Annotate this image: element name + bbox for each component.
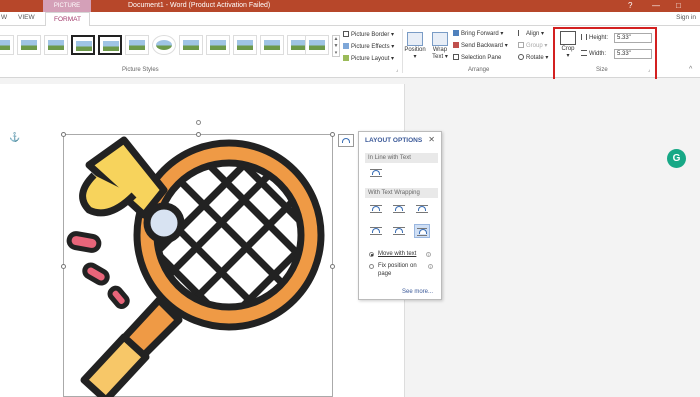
picture-style-thumb[interactable] — [152, 35, 176, 55]
layout-options-title: LAYOUT OPTIONS — [365, 137, 423, 144]
layout-options-icon — [342, 138, 350, 143]
picture-border-icon — [343, 31, 349, 37]
info-icon[interactable]: i — [428, 264, 433, 269]
move-with-text-radio[interactable] — [369, 252, 374, 257]
group-icon — [518, 42, 524, 48]
picture-style-thumb[interactable] — [44, 35, 68, 55]
picture-style-thumb[interactable] — [98, 35, 122, 55]
wrap-text-button[interactable]: Wrap Text ▾ — [430, 32, 450, 60]
ribbon-separator — [402, 29, 403, 73]
picture-style-thumb[interactable] — [206, 35, 230, 55]
wrap-top-bottom-icon[interactable] — [368, 224, 384, 238]
wrap-in-front-icon[interactable] — [414, 224, 430, 238]
inline-section-header: In Line with Text — [365, 153, 438, 163]
wrap-inline-icon[interactable] — [368, 166, 384, 180]
tab-format[interactable]: FORMAT — [45, 12, 90, 27]
wrap-square-icon[interactable] — [368, 202, 384, 216]
bring-forward-button[interactable]: Bring Forward ▾ — [453, 30, 503, 37]
restore-button[interactable]: □ — [676, 0, 681, 12]
picture-style-thumb[interactable] — [179, 35, 203, 55]
picture-style-thumb[interactable] — [305, 35, 329, 55]
tab-partial[interactable]: W — [1, 14, 7, 21]
ribbon-tabs: W VIEW FORMAT Sign in — [0, 12, 700, 27]
sign-in-link[interactable]: Sign in — [676, 14, 696, 21]
grammarly-icon[interactable]: G — [667, 149, 686, 168]
position-icon — [407, 32, 423, 46]
fix-position-radio[interactable] — [369, 264, 374, 269]
minimize-button[interactable]: — — [652, 0, 660, 12]
send-backward-button[interactable]: Send Backward ▾ — [453, 42, 508, 49]
tab-view[interactable]: VIEW — [18, 14, 35, 21]
send-backward-icon — [453, 42, 459, 48]
picture-effects-icon — [343, 43, 349, 49]
title-bar: PICTURE TOOLS Document1 - Word (Product … — [0, 0, 700, 21]
resize-handle[interactable] — [61, 132, 66, 137]
selection-pane-icon — [453, 54, 459, 60]
size-group-highlight — [553, 27, 657, 82]
picture-layout-button[interactable]: Picture Layout ▾ — [343, 55, 394, 62]
picture-style-thumb[interactable] — [125, 35, 149, 55]
badminton-racket-image — [66, 136, 325, 397]
wrapping-section-header: With Text Wrapping — [365, 188, 438, 198]
see-more-link[interactable]: See more... — [402, 289, 433, 295]
group-label-picture-styles: Picture Styles — [122, 67, 159, 73]
window-title: Document1 - Word (Product Activation Fai… — [128, 2, 271, 9]
wrap-through-icon[interactable] — [414, 202, 430, 216]
picture-style-thumb[interactable] — [0, 35, 14, 55]
wrap-behind-text-icon[interactable] — [391, 224, 407, 238]
picture-layout-icon — [343, 55, 349, 61]
picture-styles-launcher-icon[interactable]: ⌟ — [396, 67, 398, 73]
group-button[interactable]: Group ▾ — [518, 42, 547, 49]
picture-style-thumb[interactable] — [260, 35, 284, 55]
align-icon — [518, 30, 524, 36]
resize-handle[interactable] — [330, 264, 335, 269]
rotate-handle[interactable] — [196, 120, 201, 125]
rotate-button[interactable]: Rotate ▾ — [518, 54, 548, 61]
picture-style-thumb[interactable] — [233, 35, 257, 55]
anchor-icon[interactable]: ⚓ — [9, 132, 20, 143]
collapse-ribbon-icon[interactable]: ^ — [689, 66, 692, 73]
move-with-text-label: Move with text — [378, 251, 417, 257]
bring-forward-icon — [453, 30, 459, 36]
rotate-icon — [518, 54, 524, 60]
help-button[interactable]: ? — [628, 0, 632, 12]
picture-style-thumb[interactable] — [71, 35, 95, 55]
position-button[interactable]: Position ▾ — [404, 32, 426, 60]
align-button[interactable]: Align ▾ — [518, 30, 544, 37]
group-label-arrange: Arrange — [468, 67, 490, 73]
layout-options-button[interactable] — [338, 134, 354, 147]
layout-options-panel: LAYOUT OPTIONS ✕ In Line with Text With … — [358, 131, 442, 300]
close-icon[interactable]: ✕ — [428, 135, 435, 144]
picture-style-thumb[interactable] — [17, 35, 41, 55]
wrap-text-icon — [432, 32, 448, 46]
fix-position-label: Fix position on — [378, 263, 417, 269]
wrap-tight-icon[interactable] — [391, 202, 407, 216]
styles-gallery-scroll[interactable]: ▲ ▼ ▾ — [332, 35, 340, 57]
resize-handle[interactable] — [330, 132, 335, 137]
info-icon[interactable]: i — [426, 252, 431, 257]
picture-border-button[interactable]: Picture Border ▾ — [343, 31, 394, 38]
selection-pane-button[interactable]: Selection Pane — [453, 54, 501, 61]
resize-handle[interactable] — [61, 264, 66, 269]
selected-picture[interactable] — [61, 120, 335, 397]
resize-handle[interactable] — [196, 132, 201, 137]
picture-tools-context-tab: PICTURE TOOLS — [43, 0, 91, 21]
picture-effects-button[interactable]: Picture Effects ▾ — [343, 43, 394, 50]
fix-position-label-2: page — [378, 271, 392, 277]
